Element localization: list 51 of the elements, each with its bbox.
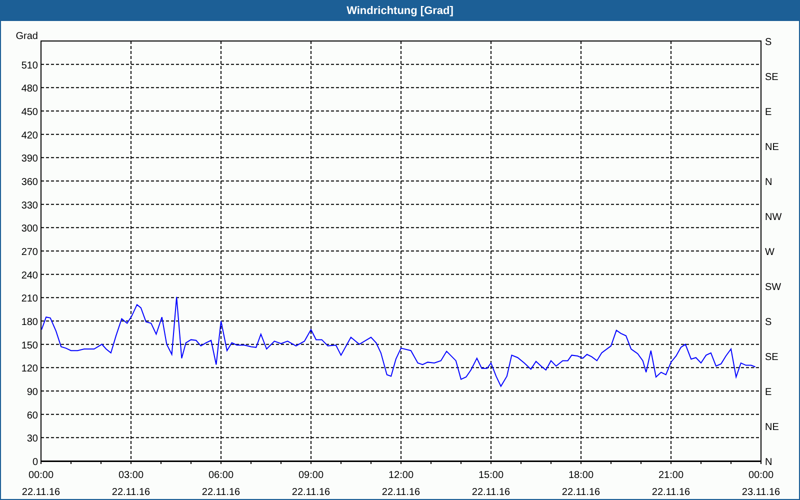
x-tick-date-label: 22.11.16: [382, 487, 420, 498]
y-tick-label: 120: [21, 364, 38, 375]
x-tick-date-label: 22.11.16: [202, 487, 240, 498]
y-tick-label: 390: [21, 154, 38, 165]
y-tick-label: 480: [21, 84, 38, 95]
compass-label: E: [765, 387, 772, 398]
x-tick-date-label: 22.11.16: [562, 487, 600, 498]
x-tick-label: 03:00: [118, 470, 144, 481]
compass-label: SE: [765, 72, 778, 83]
x-tick-label: 15:00: [478, 470, 504, 481]
y-tick-label: 180: [21, 317, 38, 328]
x-tick-label: 12:00: [388, 470, 414, 481]
compass-label: E: [765, 107, 772, 118]
y-tick-label: 0: [32, 457, 38, 468]
y-tick-label: 150: [21, 340, 38, 352]
y-tick-label: 330: [21, 200, 38, 212]
x-tick-label: 21:00: [658, 470, 684, 481]
compass-label: S: [765, 37, 772, 48]
x-tick-date-label: 22.11.16: [112, 487, 150, 498]
x-tick-label: 09:00: [298, 470, 324, 481]
x-tick-date-label: 22.11.16: [22, 487, 60, 498]
y-tick-label: 450: [21, 107, 38, 118]
y-tick-label: 510: [21, 60, 38, 72]
compass-label: NW: [765, 212, 782, 223]
compass-label: SE: [765, 352, 778, 363]
x-tick-label: 00:00: [28, 470, 54, 481]
window-title: Windrichtung [Grad]: [346, 4, 454, 19]
y-axis-title: Grad: [16, 31, 38, 42]
compass-label: NE: [765, 422, 779, 433]
x-tick-label: 06:00: [208, 470, 234, 481]
y-tick-label: 60: [26, 410, 38, 422]
x-tick-date-label: 23.11.16: [742, 487, 780, 498]
x-tick-date-label: 22.11.16: [472, 487, 510, 498]
y-tick-label: 270: [21, 247, 38, 258]
x-tick-date-label: 22.11.16: [292, 487, 330, 498]
compass-label: S: [765, 317, 772, 328]
y-tick-label: 210: [21, 294, 38, 305]
x-tick-date-label: 22.11.16: [652, 487, 690, 498]
compass-label: NE: [765, 142, 779, 153]
y-tick-label: 300: [21, 224, 38, 235]
y-tick-label: 90: [26, 387, 38, 398]
compass-label: N: [765, 457, 772, 468]
y-tick-label: 240: [21, 270, 38, 282]
compass-label: W: [765, 247, 774, 258]
x-tick-label: 00:00: [748, 470, 774, 481]
compass-label: N: [765, 177, 772, 188]
compass-label: SW: [765, 282, 782, 293]
y-tick-label: 30: [26, 434, 38, 445]
x-tick-label: 18:00: [568, 470, 594, 481]
y-tick-label: 420: [21, 130, 38, 142]
y-tick-label: 360: [21, 177, 38, 188]
